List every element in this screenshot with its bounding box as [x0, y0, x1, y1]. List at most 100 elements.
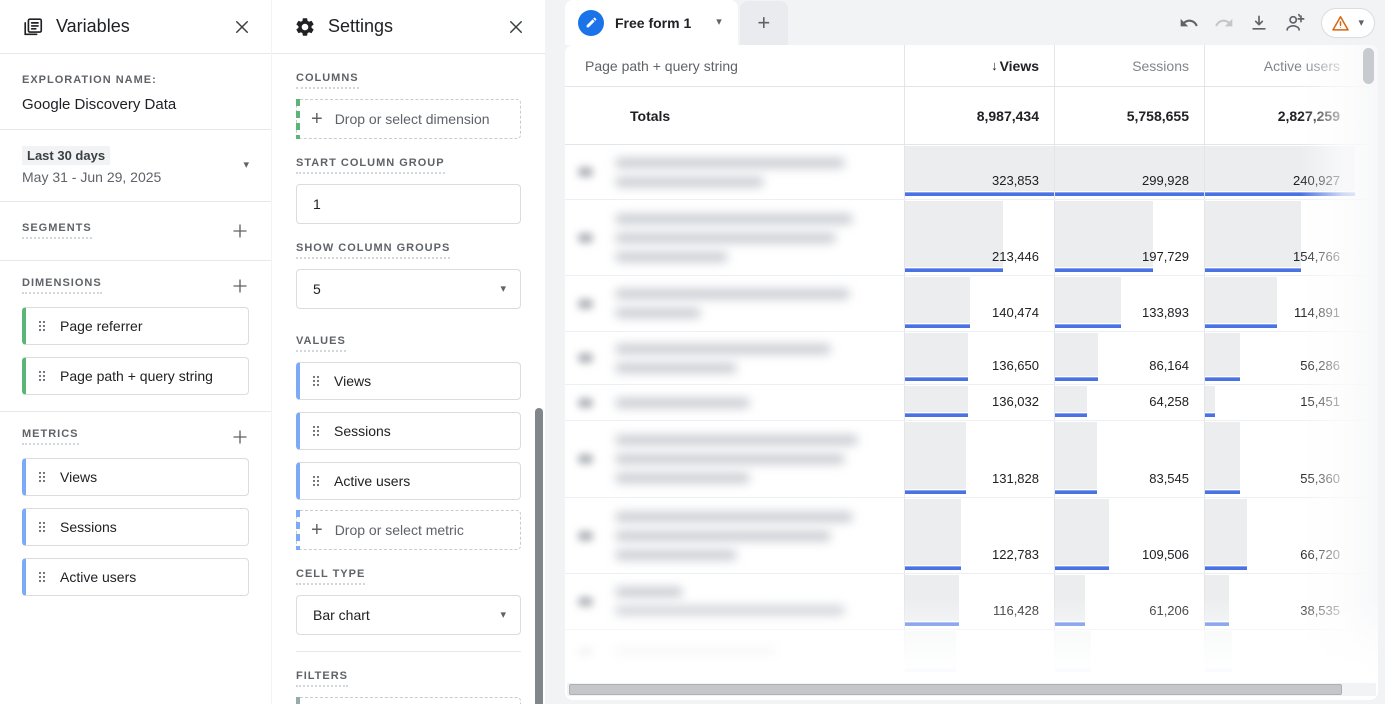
metric-chip-active-users[interactable]: Active users — [22, 558, 249, 596]
settings-scrollbar[interactable] — [535, 408, 543, 704]
sessions-value: 86,164 — [1149, 358, 1189, 373]
start-column-group-input[interactable]: 1 — [296, 184, 521, 224]
active-users-cell — [1205, 630, 1355, 675]
table-row[interactable]: 136,032 64,258 15,451 — [565, 385, 1378, 421]
add-dimension-button[interactable] — [231, 277, 249, 295]
page-path-redacted — [615, 276, 884, 331]
table-row[interactable]: 122,783 109,506 66,720 — [565, 498, 1378, 574]
active-users-value: 66,720 — [1300, 547, 1340, 562]
dimension-chip-page-path[interactable]: Page path + query string — [22, 357, 249, 395]
redacted-text-line — [615, 435, 858, 445]
warning-icon — [1331, 14, 1350, 33]
table-header-row: Page path + query string ↓ Views Session… — [565, 45, 1378, 87]
show-column-groups-select[interactable]: 5 ▾ — [296, 269, 521, 309]
columns-dropzone-text: Drop or select dimension — [335, 111, 490, 127]
active-users-cell: 55,360 — [1205, 421, 1355, 497]
value-chip-sessions[interactable]: Sessions — [296, 412, 521, 450]
views-value: 323,853 — [992, 173, 1039, 188]
table-row[interactable]: 116,428 61,206 38,535 — [565, 574, 1378, 630]
date-caret-icon: ▾ — [243, 160, 249, 171]
table-row[interactable]: 131,828 83,545 55,360 — [565, 421, 1378, 498]
sessions-column-header[interactable]: Sessions — [1055, 45, 1205, 86]
active-users-value: 15,451 — [1300, 394, 1340, 409]
drag-handle-icon[interactable] — [308, 473, 324, 489]
add-segment-button[interactable] — [231, 222, 249, 240]
chevron-down-icon: ▾ — [500, 284, 506, 295]
metric-chip-views[interactable]: Views — [22, 458, 249, 496]
drag-handle-icon[interactable] — [308, 373, 324, 389]
table-row[interactable]: 323,853 299,928 240,927 — [565, 145, 1378, 200]
download-icon[interactable] — [1249, 13, 1269, 33]
value-chip-views[interactable]: Views — [296, 362, 521, 400]
drag-handle-icon[interactable] — [34, 519, 50, 535]
redacted-text-line — [615, 531, 831, 541]
sessions-cell: 197,729 — [1055, 200, 1205, 275]
tab-free-form-1[interactable]: Free form 1 ▾ — [565, 0, 738, 45]
row-number-redacted — [578, 648, 593, 658]
table-row[interactable] — [565, 630, 1378, 676]
vertical-scrollbar[interactable] — [1363, 48, 1374, 84]
sessions-value: 83,545 — [1149, 471, 1189, 486]
dimension-column-header[interactable]: Page path + query string — [565, 45, 905, 86]
table-row[interactable]: 140,474 133,893 114,891 — [565, 276, 1378, 332]
page-path-redacted — [615, 332, 884, 384]
drag-handle-icon[interactable] — [308, 423, 324, 439]
table-row[interactable]: 136,650 86,164 56,286 — [565, 332, 1378, 385]
drag-handle-icon[interactable] — [34, 569, 50, 585]
warning-status-button[interactable]: ▾ — [1321, 8, 1375, 38]
drag-handle-icon[interactable] — [34, 368, 50, 384]
redacted-text-line — [615, 308, 701, 318]
table-row[interactable]: 213,446 197,729 154,766 — [565, 200, 1378, 276]
dimension-cell — [565, 145, 905, 199]
active-users-column-header[interactable]: Active users — [1205, 45, 1355, 86]
redacted-text-line — [615, 606, 845, 616]
sessions-cell — [1055, 630, 1205, 675]
totals-row: Totals 8,987,434 5,758,655 2,827,259 — [565, 87, 1378, 145]
totals-label: Totals — [565, 87, 905, 144]
tab-menu-caret-icon[interactable]: ▾ — [716, 17, 722, 28]
chip-label: Sessions — [60, 518, 117, 537]
columns-dropzone[interactable]: + Drop or select dimension — [296, 99, 521, 139]
bar-track — [1055, 386, 1087, 412]
metric-chip-sessions[interactable]: Sessions — [22, 508, 249, 546]
views-column-header[interactable]: ↓ Views — [905, 45, 1055, 86]
date-range-picker[interactable]: Last 30 days May 31 - Jun 29, 2025 ▾ — [22, 146, 249, 185]
row-number-redacted — [578, 353, 593, 363]
bar — [905, 192, 1054, 196]
share-user-icon[interactable] — [1284, 12, 1306, 34]
values-dropzone[interactable]: + Drop or select metric — [296, 510, 521, 550]
add-metric-button[interactable] — [231, 428, 249, 446]
undo-icon[interactable] — [1179, 13, 1199, 33]
redacted-text-line — [615, 648, 777, 658]
bar — [1205, 668, 1232, 672]
filters-dropzone[interactable]: + Drop or select dimension or metric — [296, 697, 521, 704]
bar-track — [1205, 201, 1301, 267]
active-users-cell: 154,766 — [1205, 200, 1355, 275]
value-chip-active-users[interactable]: Active users — [296, 462, 521, 500]
dimension-chip-page-referrer[interactable]: Page referrer — [22, 307, 249, 345]
views-cell: 140,474 — [905, 276, 1055, 331]
horizontal-scrollbar-thumb[interactable] — [569, 684, 1342, 695]
bar-track — [905, 575, 959, 621]
drag-handle-icon[interactable] — [34, 469, 50, 485]
redacted-text-line — [615, 177, 764, 187]
close-variables-icon[interactable] — [231, 16, 253, 38]
dimension-cell — [565, 630, 905, 675]
bar — [1055, 566, 1109, 570]
dimension-cell — [565, 498, 905, 573]
start-column-group-label: START COLUMN GROUP — [296, 157, 445, 174]
cell-type-select[interactable]: Bar chart ▾ — [296, 595, 521, 635]
close-settings-icon[interactable] — [505, 16, 527, 38]
bar-track — [1055, 575, 1085, 621]
horizontal-scrollbar-track[interactable] — [567, 683, 1376, 696]
bar — [1205, 268, 1301, 272]
views-cell — [905, 630, 1055, 675]
add-view-tab-button[interactable]: + — [740, 1, 788, 45]
active-users-value: 56,286 — [1300, 358, 1340, 373]
views-cell: 136,650 — [905, 332, 1055, 384]
views-cell: 131,828 — [905, 421, 1055, 497]
bar-track — [1055, 499, 1109, 565]
drag-handle-icon[interactable] — [34, 318, 50, 334]
bar-track — [905, 386, 968, 412]
exploration-name-value[interactable]: Google Discovery Data — [22, 96, 249, 113]
